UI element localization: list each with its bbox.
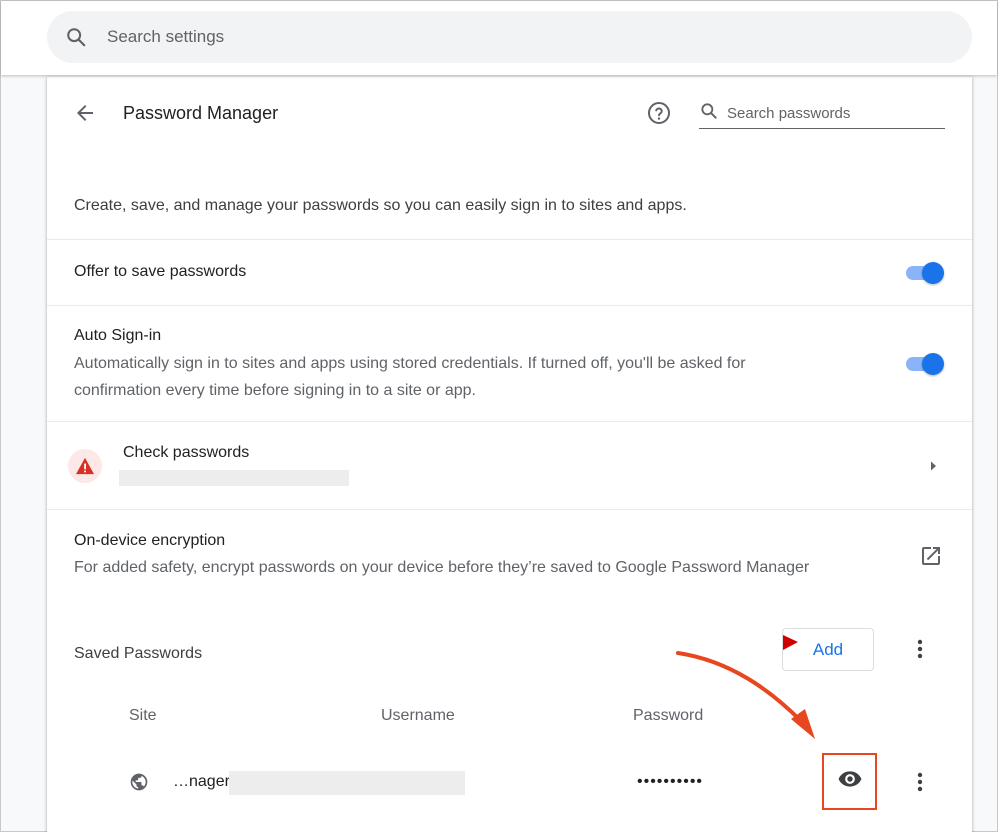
search-icon xyxy=(699,101,719,126)
password-search-input[interactable] xyxy=(727,105,937,122)
auto-signin-description-line2: confirmation every time before signing i… xyxy=(74,382,476,399)
auto-signin-row: Auto Sign-in Automatically sign in to si… xyxy=(47,305,972,421)
auto-signin-toggle[interactable] xyxy=(904,351,944,375)
check-passwords-row[interactable]: Check passwords xyxy=(47,421,972,509)
offer-to-save-toggle[interactable] xyxy=(904,260,944,284)
show-password-button[interactable] xyxy=(822,753,877,810)
help-icon[interactable] xyxy=(647,101,671,125)
saved-passwords-title: Saved Passwords xyxy=(74,645,203,662)
toggle-knob xyxy=(922,353,944,375)
warning-icon xyxy=(68,449,102,483)
password-manager-card: Password Manager Create, save, and manag… xyxy=(47,77,972,832)
settings-search-box[interactable] xyxy=(47,11,972,63)
add-password-button[interactable]: Add xyxy=(782,628,874,671)
column-header-password: Password xyxy=(633,707,704,724)
toggle-knob xyxy=(922,262,944,284)
column-header-username: Username xyxy=(381,707,455,724)
encryption-row: On-device encryption For added safety, e… xyxy=(47,509,972,619)
settings-search-input[interactable] xyxy=(107,27,707,47)
back-arrow-icon[interactable] xyxy=(73,101,97,125)
search-icon xyxy=(65,26,87,48)
encryption-description: For added safety, encrypt passwords on y… xyxy=(74,559,810,576)
redacted-status-text xyxy=(119,470,349,486)
top-toolbar xyxy=(1,1,997,75)
page-header: Password Manager xyxy=(47,77,972,149)
password-search-box[interactable] xyxy=(699,99,945,129)
check-passwords-title: Check passwords xyxy=(123,444,250,461)
auto-signin-title: Auto Sign-in xyxy=(74,327,162,344)
page-title: Password Manager xyxy=(123,103,279,123)
globe-icon xyxy=(129,772,149,792)
page-description: Create, save, and manage your passwords … xyxy=(74,197,687,214)
site-name: …nager xyxy=(173,773,230,790)
offer-to-save-row: Offer to save passwords xyxy=(47,239,972,305)
column-header-site: Site xyxy=(129,707,157,724)
open-in-new-icon[interactable] xyxy=(919,544,943,568)
masked-password: •••••••••• xyxy=(637,773,704,790)
offer-to-save-label: Offer to save passwords xyxy=(74,263,247,280)
encryption-title: On-device encryption xyxy=(74,532,226,549)
redacted-username xyxy=(229,771,465,795)
auto-signin-description-line1: Automatically sign in to sites and apps … xyxy=(74,355,746,372)
more-options-icon[interactable] xyxy=(908,637,932,661)
eye-icon xyxy=(837,766,863,797)
row-more-options-icon[interactable] xyxy=(908,770,932,794)
chevron-right-icon xyxy=(925,458,941,474)
